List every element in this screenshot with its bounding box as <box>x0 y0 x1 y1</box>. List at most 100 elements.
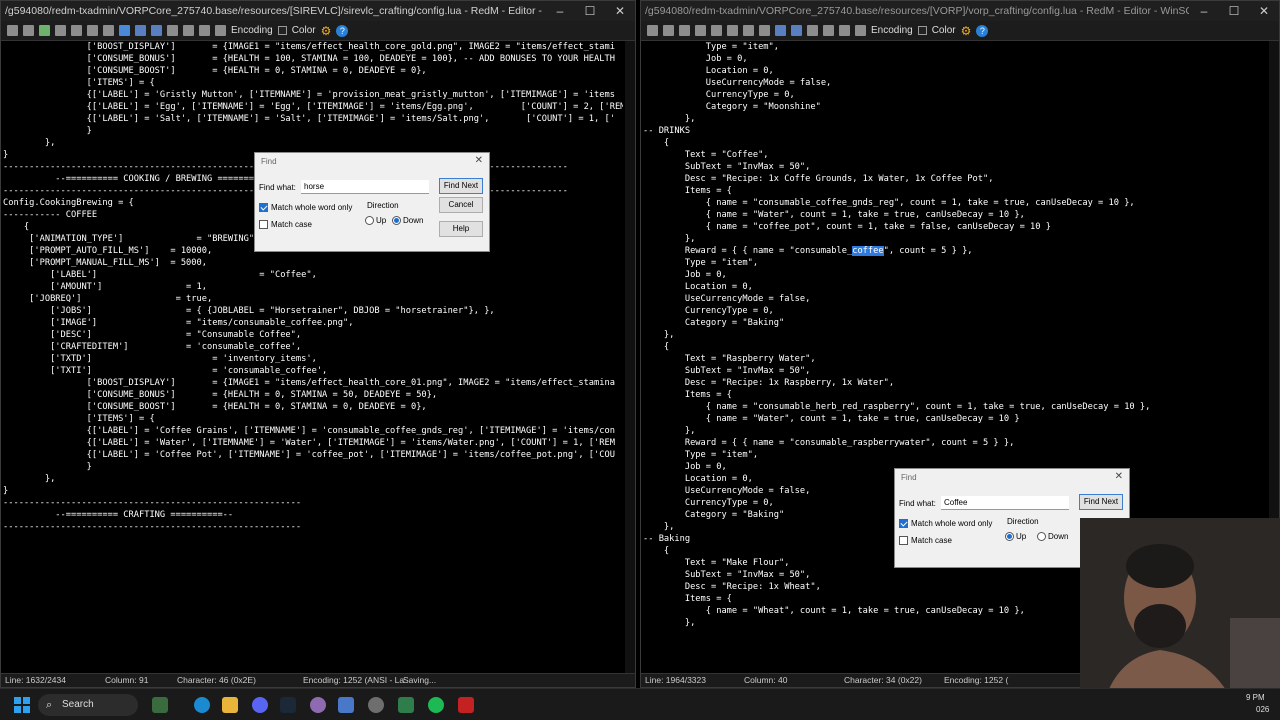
cancel-button[interactable]: Cancel <box>439 197 483 213</box>
minimize-icon[interactable]: – <box>1189 1 1219 21</box>
status-column: Column: 91 <box>105 675 149 685</box>
code-line: ['JOBS'] = { {JOBLABEL = "Horsetrainer",… <box>3 306 495 316</box>
goto-icon[interactable] <box>839 25 850 36</box>
github-icon[interactable] <box>368 697 384 713</box>
find-what-input[interactable] <box>941 496 1069 510</box>
help-icon[interactable]: ? <box>976 24 989 37</box>
select-all-icon[interactable] <box>119 25 130 36</box>
match-whole-word-checkbox[interactable] <box>899 519 908 528</box>
help-icon[interactable]: ? <box>336 24 349 37</box>
left-code-editor[interactable]: ['BOOST_DISPLAY'] = {IMAGE1 = "items/eff… <box>3 41 623 673</box>
delete-icon[interactable] <box>103 25 114 36</box>
maximize-icon[interactable]: ☐ <box>575 1 605 21</box>
code-line: ----------------------------------------… <box>3 498 302 508</box>
redm-icon[interactable] <box>458 697 474 713</box>
code-line: ['IMAGE'] = "items/consumable_coffee.png… <box>3 318 354 328</box>
select-all-icon[interactable] <box>759 25 770 36</box>
redo-icon[interactable] <box>791 25 802 36</box>
match-whole-word-label: Match whole word only <box>911 519 993 528</box>
paste-icon[interactable] <box>87 25 98 36</box>
widgets-icon[interactable] <box>152 697 168 713</box>
match-case-checkbox[interactable] <box>259 220 268 229</box>
taskbar-search[interactable]: ⌕ Search <box>38 694 138 716</box>
status-character: Character: 34 (0x22) <box>844 675 922 685</box>
close-icon[interactable]: ✕ <box>475 155 483 166</box>
replace-icon[interactable] <box>823 25 834 36</box>
export-icon[interactable] <box>679 25 690 36</box>
color-checkbox[interactable] <box>277 26 287 35</box>
color-checkbox[interactable] <box>917 26 927 35</box>
close-icon[interactable]: ✕ <box>605 1 635 21</box>
close-icon[interactable]: ✕ <box>1249 1 1279 21</box>
maximize-icon[interactable]: ☐ <box>1219 1 1249 21</box>
save-icon[interactable] <box>647 25 658 36</box>
code-line: }, <box>643 426 696 436</box>
left-title-bar: /g594080/redm-txadmin/VORPCore_275740.ba… <box>1 1 635 21</box>
save-icon[interactable] <box>7 25 18 36</box>
code-line: SubText = "InvMax = 50", <box>643 162 811 172</box>
app-icon[interactable] <box>338 697 354 713</box>
steam-icon[interactable] <box>280 697 296 713</box>
find-what-label: Find what: <box>259 183 296 192</box>
code-line: CurrencyType = 0, <box>643 90 795 100</box>
code-line: Location = 0, <box>643 66 774 76</box>
encoding-menu[interactable]: Encoding <box>231 25 273 36</box>
export-icon[interactable] <box>39 25 50 36</box>
help-button[interactable]: Help <box>439 221 483 237</box>
discord-icon[interactable] <box>252 697 268 713</box>
find-next-button[interactable]: Find Next <box>1079 494 1123 510</box>
winscp-icon[interactable] <box>398 697 414 713</box>
code-line: } <box>3 462 92 472</box>
save-all-icon[interactable] <box>23 25 34 36</box>
spotify-icon[interactable] <box>428 697 444 713</box>
find-icon[interactable] <box>807 25 818 36</box>
cut-icon[interactable] <box>695 25 706 36</box>
reload-icon[interactable] <box>215 25 226 36</box>
copy-icon[interactable] <box>71 25 82 36</box>
undo-icon[interactable] <box>135 25 146 36</box>
paste-icon[interactable] <box>727 25 738 36</box>
status-state: Saving... <box>403 675 437 685</box>
match-case-checkbox[interactable] <box>899 536 908 545</box>
encoding-menu[interactable]: Encoding <box>871 25 913 36</box>
match-whole-word-checkbox[interactable] <box>259 203 268 212</box>
undo-icon[interactable] <box>775 25 786 36</box>
direction-up-radio[interactable] <box>1005 532 1014 541</box>
replace-icon[interactable] <box>183 25 194 36</box>
find-what-input[interactable] <box>301 180 429 194</box>
find-icon[interactable] <box>167 25 178 36</box>
color-menu[interactable]: Color <box>292 25 316 36</box>
gear-icon[interactable]: ⚙ <box>961 24 972 38</box>
code-line: ['BOOST_DISPLAY'] = {IMAGE1 = "items/eff… <box>3 378 615 388</box>
edge-icon[interactable] <box>194 697 210 713</box>
minimize-icon[interactable]: – <box>545 1 575 21</box>
direction-down-radio[interactable] <box>392 216 401 225</box>
copy-icon[interactable] <box>711 25 722 36</box>
obs-icon[interactable] <box>310 697 326 713</box>
code-line: UseCurrencyMode = false, <box>643 294 811 304</box>
gear-icon[interactable]: ⚙ <box>321 24 332 38</box>
status-column: Column: 40 <box>744 675 788 685</box>
save-all-icon[interactable] <box>663 25 674 36</box>
code-line: ['LABEL'] = "Coffee", <box>3 270 317 280</box>
delete-icon[interactable] <box>743 25 754 36</box>
windows-start-icon[interactable] <box>14 697 30 713</box>
code-line: { name = "consumable_herb_red_raspberry"… <box>643 402 1151 412</box>
file-explorer-icon[interactable] <box>222 697 238 713</box>
redo-icon[interactable] <box>151 25 162 36</box>
left-scrollbar[interactable] <box>625 41 635 673</box>
code-line: Text = "Raspberry Water", <box>643 354 816 364</box>
close-icon[interactable]: ✕ <box>1115 471 1123 482</box>
cut-icon[interactable] <box>55 25 66 36</box>
find-next-button[interactable]: Find Next <box>439 178 483 194</box>
goto-icon[interactable] <box>199 25 210 36</box>
code-line: { <box>643 342 670 352</box>
color-menu[interactable]: Color <box>932 25 956 36</box>
direction-up-radio[interactable] <box>365 216 374 225</box>
left-status-bar: Line: 1632/2434 Column: 91 Character: 46… <box>1 673 635 687</box>
reload-icon[interactable] <box>855 25 866 36</box>
code-line: ----------------------------------------… <box>3 522 302 532</box>
code-line: Category = "Baking" <box>643 318 785 328</box>
direction-down-radio[interactable] <box>1037 532 1046 541</box>
clock-time: 9 PM <box>1246 693 1265 702</box>
